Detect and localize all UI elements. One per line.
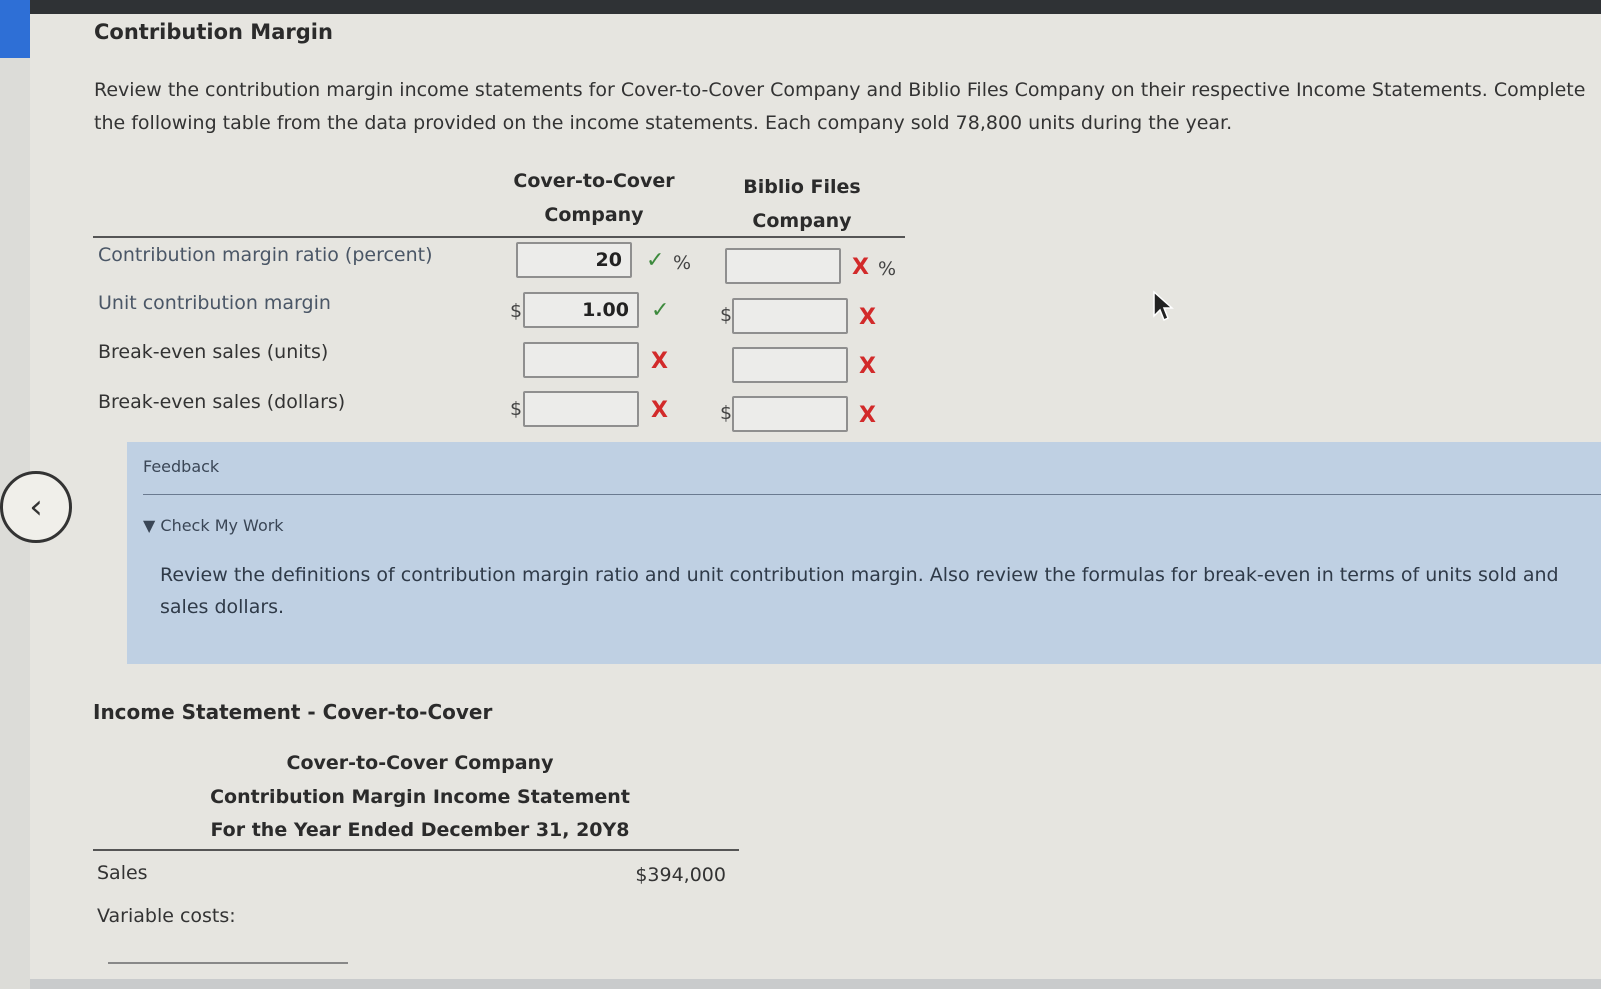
col-header-cover-to-cover: Cover-to-Cover Company [513,170,675,226]
back-button[interactable]: ‹ [0,471,72,543]
be-units-input-cover[interactable] [523,342,639,378]
unit-cm-input-biblio[interactable] [732,298,848,334]
intro-text: Review the contribution margin income st… [94,79,1586,134]
check-icon: ✓ [651,298,670,323]
sales-value: $394,000 [635,864,726,886]
income-statement-section-title: Income Statement - Cover-to-Cover [93,700,493,724]
feedback-panel [127,442,1601,664]
percent-unit: % [673,252,692,274]
chevron-left-icon: ‹ [29,487,43,527]
unit-cm-input-cover[interactable]: 1.00 [523,292,639,328]
statement-company-name: Cover-to-Cover Company [286,752,554,774]
cm-ratio-input-biblio[interactable] [725,248,841,284]
row-label-unit-cm: Unit contribution margin [98,292,331,314]
feedback-title: Feedback [143,457,220,476]
dollar-sign: $ [720,304,733,326]
percent-unit: % [878,258,897,280]
check-icon: ✓ [646,248,665,273]
feedback-text: Review the definitions of contribution m… [160,564,1559,618]
cut-off-row [108,950,588,964]
cm-ratio-input-cover[interactable]: 20 [516,242,632,278]
x-icon: X [859,403,876,428]
dollar-sign: $ [510,300,523,322]
variable-costs-label: Variable costs: [97,905,236,927]
sales-label: Sales [97,862,148,884]
col-header-biblio-files: Biblio Files Company [743,176,861,232]
page-title: Contribution Margin [94,20,333,44]
row-label-be-dollars: Break-even sales (dollars) [98,391,346,413]
left-rail-accent [0,0,30,58]
be-dollars-input-biblio[interactable] [732,396,848,432]
table-header-rule [93,236,905,238]
be-units-input-biblio[interactable] [732,347,848,383]
statement-period: For the Year Ended December 31, 20Y8 [210,819,630,841]
bottom-bar [30,979,1601,989]
x-icon: X [651,349,668,374]
dollar-sign: $ [720,402,733,424]
statement-rule [93,849,739,851]
row-label-be-units: Break-even sales (units) [98,341,329,363]
statement-title: Contribution Margin Income Statement [210,786,630,808]
x-icon: X [651,398,668,423]
x-icon: X [859,354,876,379]
x-icon: X [852,255,869,280]
feedback-rule [143,494,1601,495]
x-icon: X [859,305,876,330]
top-bar [30,0,1601,14]
mouse-cursor-icon [1153,290,1174,322]
row-label-cm-ratio: Contribution margin ratio (percent) [98,244,433,266]
dollar-sign: $ [510,398,523,420]
be-dollars-input-cover[interactable] [523,391,639,427]
check-my-work-toggle[interactable]: ▼ Check My Work [143,516,284,535]
